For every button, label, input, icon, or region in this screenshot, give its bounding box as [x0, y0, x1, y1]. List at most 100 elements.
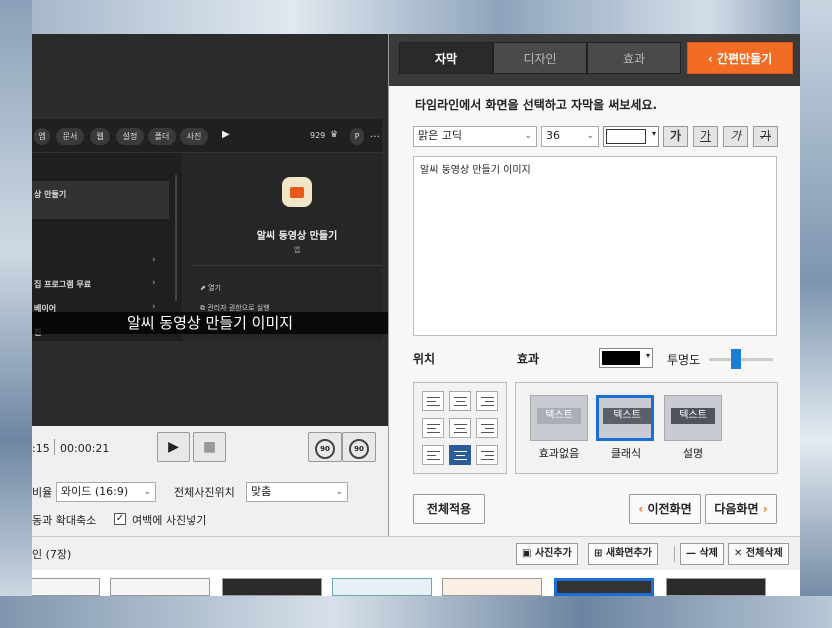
timeline-label: 인 (7장)	[32, 548, 72, 561]
position-middle-left[interactable]	[422, 418, 444, 438]
position-top-left[interactable]	[422, 391, 444, 411]
font-value: 맑은 고딕	[418, 129, 462, 142]
color-swatch	[602, 351, 640, 365]
shot-card-item-label: 관리자 권한으로 실행	[207, 304, 270, 312]
shot-card-item: ⬈ 열기	[200, 284, 221, 292]
instruction-text: 타임라인에서 화면을 선택하고 자막을 써보세요.	[415, 98, 658, 112]
shot-menu-item: 폴더	[148, 128, 176, 145]
effect-classic[interactable]: 텍스트	[596, 395, 654, 441]
delete-all-button[interactable]: ✕ 전체삭제	[728, 543, 789, 565]
position-bottom-right[interactable]	[476, 445, 498, 465]
shot-sidebar-item: 집 프로그램 무료	[34, 280, 92, 289]
position-grid	[413, 382, 507, 474]
chevron-down-icon: ▾	[651, 129, 656, 138]
effect-name: 설명	[682, 447, 704, 460]
preview-screenshot: 엡 문서 웹 설정 폴더 사진 ▶ 929 ♛ P … 상 만들기 › 집 프로…	[32, 119, 382, 341]
app-icon	[282, 177, 312, 207]
previous-screen-button[interactable]: ‹ 이전화면	[629, 494, 701, 524]
next-label: 다음화면	[714, 502, 759, 516]
total-time: 00:00:21	[60, 442, 110, 455]
position-label: 전체사진위치	[174, 486, 235, 499]
effect-preview: 텍스트	[671, 408, 715, 424]
timeline-thumbnail[interactable]	[222, 578, 322, 596]
apply-all-button[interactable]: 전체적용	[413, 494, 485, 524]
photo-options: 비율 와이드 (16:9) ⌄ 전체사진위치 맞춤 ⌄ 동과 확대축소 ✓ 여백에 …	[32, 470, 388, 534]
underline-button[interactable]: 가	[693, 126, 718, 147]
position-top-right[interactable]	[476, 391, 498, 411]
close-icon: ✕	[734, 548, 746, 559]
tab-design[interactable]: 디자인	[493, 42, 587, 74]
time-divider	[54, 439, 55, 455]
timeline-thumbnail[interactable]	[110, 578, 210, 596]
forward-90-button[interactable]: 90	[342, 432, 376, 462]
timeline-thumbnail[interactable]	[666, 578, 766, 596]
font-select[interactable]: 맑은 고딕 ⌄	[413, 126, 537, 147]
trophy-icon: ♛	[330, 130, 339, 140]
delete-button[interactable]: — 삭제	[680, 543, 724, 565]
outline-color-picker[interactable]: ▾	[599, 348, 653, 368]
position-select[interactable]: 맞춤 ⌄	[246, 482, 348, 502]
size-value: 36	[546, 129, 560, 142]
opacity-slider-track[interactable]	[709, 358, 773, 361]
subtitle-textarea[interactable]: 알씨 동영상 만들기 이미지	[413, 156, 777, 336]
shot-card-title: 알씨 동영상 만들기	[256, 231, 338, 242]
playback-controls: :15 00:00:21 ▶ ■ 90 90	[32, 426, 388, 470]
position-top-center[interactable]	[449, 391, 471, 411]
timeline-thumbnail[interactable]	[32, 578, 100, 596]
color-swatch	[606, 129, 646, 144]
stop-button[interactable]: ■	[193, 432, 226, 462]
desktop-background	[0, 596, 832, 628]
previous-label: 이전화면	[647, 502, 692, 516]
effect-name: 효과없음	[538, 447, 580, 460]
effect-none[interactable]: 텍스트	[530, 395, 588, 441]
timeline-thumbnail-selected[interactable]	[554, 578, 654, 596]
shot-menu-item: 엡	[34, 128, 50, 145]
next-screen-button[interactable]: 다음화면 ›	[705, 494, 777, 524]
video-preview: 엡 문서 웹 설정 폴더 사진 ▶ 929 ♛ P … 상 만들기 › 집 프로…	[32, 34, 388, 426]
effect-preview: 텍스트	[603, 408, 651, 424]
margin-checkbox[interactable]: ✓	[114, 513, 126, 525]
position-bottom-left[interactable]	[422, 445, 444, 465]
shot-avatar: P	[350, 128, 364, 145]
add-photo-button[interactable]: ▣ 사진추가	[516, 543, 578, 565]
position-middle-right[interactable]	[476, 418, 498, 438]
effect-caption[interactable]: 텍스트	[664, 395, 722, 441]
timeline-toolbar: 인 (7장) ▣ 사진추가 ⊞ 새화면추가 — 삭제 ✕ 전체삭제	[32, 536, 800, 570]
play-button[interactable]: ▶	[157, 432, 190, 462]
timeline-thumbnail[interactable]	[332, 578, 432, 596]
tab-subtitle[interactable]: 자막	[399, 42, 493, 74]
shot-divider	[192, 265, 382, 266]
text-color-picker[interactable]: ▾	[603, 126, 659, 147]
tab-effect[interactable]: 효과	[587, 42, 681, 74]
strikethrough-button[interactable]: 가	[753, 126, 778, 147]
position-value: 맞춤	[251, 485, 272, 498]
quick-make-label: 간편만들기	[716, 52, 773, 66]
timeline-thumbnail[interactable]	[442, 578, 542, 596]
effect-preview: 텍스트	[537, 408, 581, 424]
toolbar-divider	[674, 546, 675, 562]
shot-menu-item: 문서	[56, 128, 84, 145]
position-bottom-center[interactable]	[449, 445, 471, 465]
tab-bar: 자막 디자인 효과 ‹ 간편만들기	[389, 34, 800, 86]
add-screen-label: 새화면추가	[605, 548, 652, 559]
rewind-90-button[interactable]: 90	[308, 432, 342, 462]
ratio-select[interactable]: 와이드 (16:9) ⌄	[56, 482, 156, 502]
italic-button[interactable]: 가	[723, 126, 748, 147]
shot-card-subtitle: 앱	[293, 246, 301, 254]
shot-card-item-label: 열기	[208, 284, 221, 292]
delete-label: 삭제	[699, 548, 718, 559]
current-time: :15	[32, 442, 50, 455]
app-window: 엡 문서 웹 설정 폴더 사진 ▶ 929 ♛ P … 상 만들기 › 집 프로…	[32, 34, 800, 596]
add-screen-button[interactable]: ⊞ 새화면추가	[588, 543, 658, 565]
chevron-left-icon: ‹	[707, 52, 717, 66]
size-select[interactable]: 36 ⌄	[541, 126, 599, 147]
chevron-down-icon: ⌄	[335, 487, 343, 497]
desktop-background	[800, 0, 832, 628]
opacity-slider-thumb[interactable]	[730, 349, 741, 369]
bold-button[interactable]: 가	[663, 126, 688, 147]
quick-make-button[interactable]: ‹ 간편만들기	[687, 42, 793, 74]
minus-icon: —	[686, 548, 700, 559]
subtitle-panel: 자막 디자인 효과 ‹ 간편만들기 타임라인에서 화면을 선택하고 자막을 써보…	[388, 34, 800, 536]
desktop-background	[0, 0, 32, 628]
position-middle-center[interactable]	[449, 418, 471, 438]
